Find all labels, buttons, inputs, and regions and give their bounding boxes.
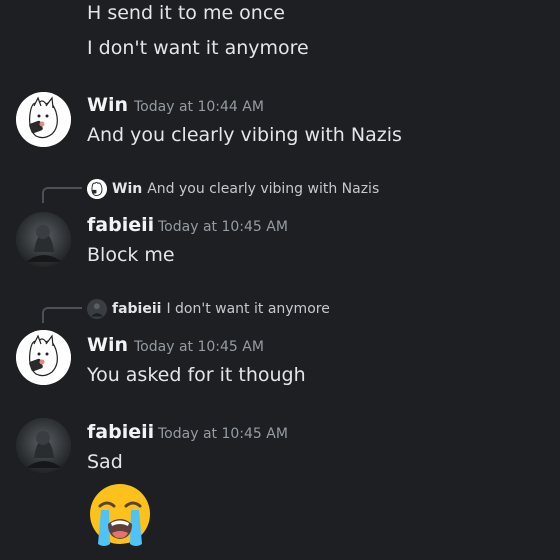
reply-preview[interactable]: fabieii I don't want it anymore [87,299,330,319]
avatar-fabieii[interactable] [16,418,71,473]
timestamp: Today at 10:45 AM [158,426,288,442]
timestamp: Today at 10:45 AM [134,339,264,355]
message-text: I don't want it anymore [87,37,309,59]
message-text: Sad [87,451,123,473]
reply-text: And you clearly vibing with Nazis [147,181,380,197]
fabieii-avatar-icon [87,299,107,319]
avatar-win[interactable] [16,330,71,385]
fabieii-avatar-icon [16,212,71,267]
win-avatar-icon [16,330,71,385]
reply-spine [42,307,82,323]
chat-message-list: H send it to me once I don't want it any… [0,0,560,560]
message-text: And you clearly vibing with Nazis [87,124,402,146]
username[interactable]: Win [87,334,128,356]
fabieii-avatar-icon [16,418,71,473]
message-text: Block me [87,244,175,266]
reply-text: I don't want it anymore [166,301,330,317]
username[interactable]: fabieii [87,214,154,236]
win-avatar-icon [87,179,107,199]
avatar-win[interactable] [16,92,71,147]
username[interactable]: fabieii [87,421,154,443]
reply-avatar-win [87,179,107,199]
win-avatar-icon [16,92,71,147]
reply-preview[interactable]: Win And you clearly vibing with Nazis [87,179,379,199]
message-text: You asked for it though [87,364,306,386]
loudly-crying-face-icon[interactable] [86,482,154,550]
reply-spine [42,187,82,203]
reply-avatar-fabieii [87,299,107,319]
reply-author[interactable]: fabieii [112,301,161,317]
timestamp: Today at 10:44 AM [134,99,264,115]
avatar-fabieii[interactable] [16,212,71,267]
reply-author[interactable]: Win [112,181,142,197]
username[interactable]: Win [87,94,128,116]
message-text: H send it to me once [87,2,285,24]
timestamp: Today at 10:45 AM [158,219,288,235]
